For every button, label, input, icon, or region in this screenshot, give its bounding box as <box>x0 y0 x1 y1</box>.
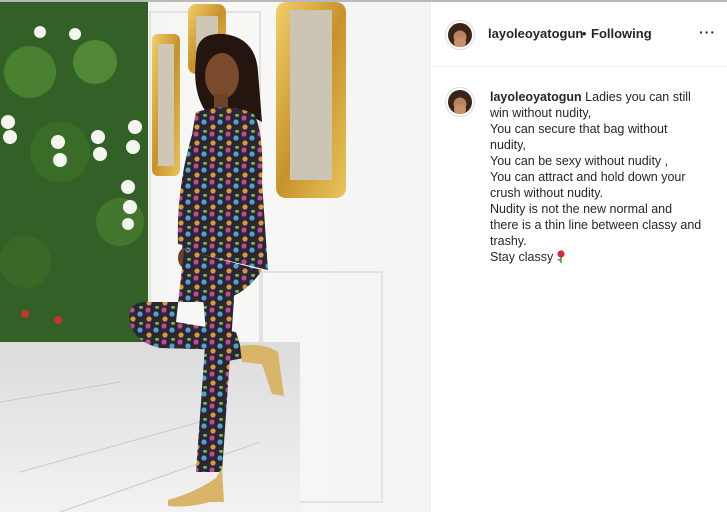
post-header: layoleoyatogun • Following ··· <box>431 2 727 67</box>
marble-floor <box>0 342 300 512</box>
caption-line: trashy. <box>490 234 527 248</box>
author-username[interactable]: layoleoyatogun <box>488 26 583 41</box>
caption-line: You can be sexy without nudity , <box>490 154 669 168</box>
following-button[interactable]: Following <box>591 26 652 41</box>
rose-icon <box>557 250 565 263</box>
header-separator: • <box>582 26 587 41</box>
post-caption: layoleoyatogun Ladies you can still win … <box>490 89 715 265</box>
post-details-panel: layoleoyatogun • Following ··· layoleoya… <box>430 2 727 512</box>
caption-line: Stay classy <box>490 250 554 264</box>
caption-line: there is a thin line between classy and <box>490 218 702 232</box>
post-photo[interactable] <box>0 2 430 512</box>
caption-line: You can attract and hold down your <box>490 170 686 184</box>
caption-line: You can secure that bag without <box>490 122 668 136</box>
caption-line: Nudity is not the new normal and <box>490 202 673 216</box>
caption-username[interactable]: layoleoyatogun <box>490 90 582 104</box>
author-avatar[interactable] <box>446 21 474 49</box>
more-options-icon[interactable]: ··· <box>699 24 716 40</box>
greenery-wall <box>0 2 148 342</box>
caption-line: Ladies you can still <box>585 90 691 104</box>
caption-line: crush without nudity. <box>490 186 604 200</box>
caption-avatar[interactable] <box>446 88 474 116</box>
caption-line: win without nudity, <box>490 106 592 120</box>
caption-line: nudity, <box>490 138 526 152</box>
